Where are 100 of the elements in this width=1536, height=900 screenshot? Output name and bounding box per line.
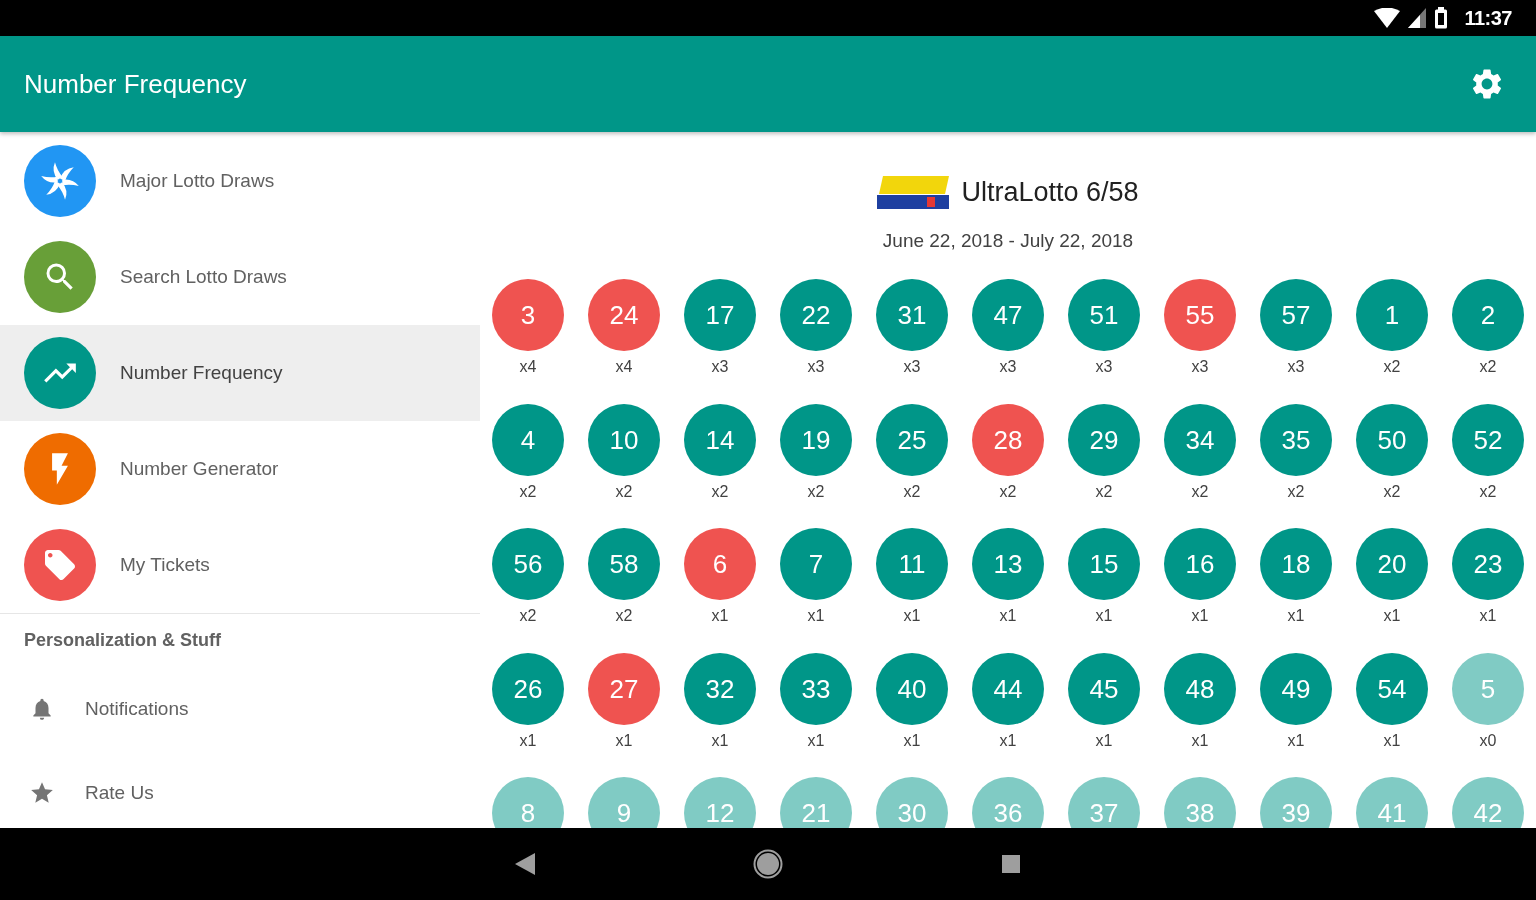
number-ball: 55 xyxy=(1164,279,1236,351)
back-icon[interactable] xyxy=(515,853,535,875)
number-ball: 52 xyxy=(1452,403,1524,476)
frequency-count: x1 xyxy=(711,606,729,626)
frequency-count: x2 xyxy=(1479,481,1497,502)
number-ball: 54 xyxy=(1356,652,1428,725)
frequency-count: x1 xyxy=(615,730,633,751)
app-title: Number Frequency xyxy=(24,68,247,100)
number-ball: 51 xyxy=(1068,279,1140,351)
number-ball: 32 xyxy=(684,652,756,725)
frequency-count: x3 xyxy=(1191,357,1209,377)
number-ball: 6 xyxy=(684,528,756,600)
number-ball: 21 xyxy=(780,777,852,828)
frequency-count: x1 xyxy=(1191,606,1209,626)
frequency-count: x1 xyxy=(807,606,825,626)
frequency-count: x2 xyxy=(903,481,921,502)
number-ball: 24 xyxy=(588,279,660,351)
star-icon xyxy=(29,780,55,806)
game-title: UltraLotto 6/58 xyxy=(961,176,1139,208)
number-ball: 26 xyxy=(492,652,564,725)
number-ball: 3 xyxy=(492,279,564,351)
drawer-item[interactable]: Number Generator xyxy=(0,421,480,517)
frequency-count: x1 xyxy=(903,606,921,626)
number-ball: 20 xyxy=(1356,528,1428,600)
number-ball: 45 xyxy=(1068,652,1140,725)
number-ball: 57 xyxy=(1260,279,1332,351)
number-ball: 33 xyxy=(780,652,852,725)
drawer-item[interactable]: Search Lotto Draws xyxy=(0,229,480,325)
number-ball: 38 xyxy=(1164,777,1236,828)
frequency-count: x3 xyxy=(711,357,729,377)
number-ball: 58 xyxy=(588,528,660,600)
number-ball: 35 xyxy=(1260,403,1332,476)
number-ball: 18 xyxy=(1260,528,1332,600)
number-ball: 11 xyxy=(876,528,948,600)
number-ball: 34 xyxy=(1164,403,1236,476)
frequency-count: x3 xyxy=(807,357,825,377)
number-ball: 17 xyxy=(684,279,756,351)
drawer-item[interactable]: Number Frequency xyxy=(0,325,480,421)
frequency-count: x2 xyxy=(1383,481,1401,502)
number-ball: 7 xyxy=(780,528,852,600)
frequency-count: x1 xyxy=(999,606,1017,626)
frequency-count: x1 xyxy=(519,730,537,751)
number-ball: 23 xyxy=(1452,528,1524,600)
settings-item[interactable]: Notifications xyxy=(0,667,480,751)
number-ball: 49 xyxy=(1260,652,1332,725)
frequency-count: x2 xyxy=(1095,481,1113,502)
frequency-count: x1 xyxy=(807,730,825,751)
number-ball: 42 xyxy=(1452,777,1524,828)
frequency-count: x2 xyxy=(711,481,729,502)
number-ball: 41 xyxy=(1356,777,1428,828)
frequency-count: x2 xyxy=(999,481,1017,502)
frequency-count: x2 xyxy=(519,606,537,626)
frequency-count: x1 xyxy=(1479,606,1497,626)
signal-icon xyxy=(1408,8,1427,28)
number-ball: 5 xyxy=(1452,652,1524,725)
battery-icon xyxy=(1434,7,1449,29)
frequency-count: x2 xyxy=(519,481,537,502)
number-ball: 1 xyxy=(1356,279,1428,351)
number-ball: 10 xyxy=(588,403,660,476)
number-ball: 12 xyxy=(684,777,756,828)
frequency-count: x2 xyxy=(1479,357,1497,377)
number-ball: 8 xyxy=(492,777,564,828)
number-ball: 16 xyxy=(1164,528,1236,600)
frequency-count: x2 xyxy=(807,481,825,502)
number-ball: 56 xyxy=(492,528,564,600)
date-range: June 22, 2018 - July 22, 2018 xyxy=(882,230,1134,252)
number-ball: 31 xyxy=(876,279,948,351)
number-ball: 19 xyxy=(780,403,852,476)
frequency-count: x3 xyxy=(999,357,1017,377)
frequency-count: x1 xyxy=(1095,606,1113,626)
number-ball: 4 xyxy=(492,403,564,476)
number-ball: 9 xyxy=(588,777,660,828)
frequency-count: x2 xyxy=(615,606,633,626)
frequency-count: x2 xyxy=(1383,357,1401,377)
frequency-count: x4 xyxy=(615,357,633,377)
number-ball: 37 xyxy=(1068,777,1140,828)
number-ball: 29 xyxy=(1068,403,1140,476)
frequency-count: x1 xyxy=(1191,730,1209,751)
frequency-count: x2 xyxy=(1287,481,1305,502)
number-ball: 50 xyxy=(1356,403,1428,476)
number-ball: 28 xyxy=(972,403,1044,476)
home-icon[interactable] xyxy=(753,849,783,879)
number-ball: 40 xyxy=(876,652,948,725)
frequency-count: x2 xyxy=(615,481,633,502)
number-ball: 25 xyxy=(876,403,948,476)
number-ball: 14 xyxy=(684,403,756,476)
number-ball: 39 xyxy=(1260,777,1332,828)
frequency-count: x1 xyxy=(711,730,729,751)
settings-item[interactable]: Rate Us xyxy=(0,751,480,828)
frequency-count: x3 xyxy=(1095,357,1113,377)
status-time: 11:37 xyxy=(1464,6,1512,30)
drawer-item[interactable]: Major Lotto Draws xyxy=(0,133,480,229)
wifi-icon xyxy=(1374,8,1401,28)
frequency-count: x1 xyxy=(999,730,1017,751)
frequency-count: x3 xyxy=(1287,357,1305,377)
number-ball: 30 xyxy=(876,777,948,828)
section-title: Personalization & Stuff xyxy=(23,629,222,652)
drawer-item[interactable]: My Tickets xyxy=(0,517,480,613)
frequency-count: x1 xyxy=(1287,606,1305,626)
number-ball: 47 xyxy=(972,279,1044,351)
